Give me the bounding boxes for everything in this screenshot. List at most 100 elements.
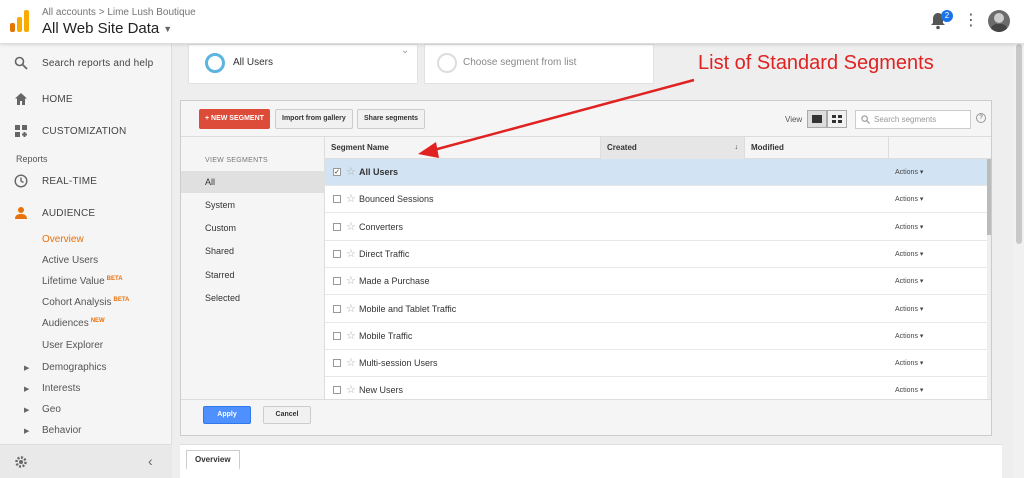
star-icon[interactable]: ☆ — [346, 165, 356, 179]
gear-icon[interactable] — [14, 455, 28, 469]
breadcrumb[interactable]: All accounts > Lime Lush Boutique — [42, 7, 196, 18]
star-icon[interactable]: ☆ — [346, 383, 356, 397]
page-scroll-thumb[interactable] — [1016, 44, 1022, 244]
new-segment-button[interactable]: + NEW SEGMENT — [199, 109, 270, 129]
sidebar-item-audiences[interactable]: Audiences NEW — [42, 318, 105, 329]
filter-custom[interactable]: Custom — [181, 217, 325, 239]
choose-segment-placeholder: Choose segment from list — [463, 57, 577, 68]
actions-dropdown[interactable]: Actions ▾ — [895, 296, 923, 323]
page-scrollbar[interactable] — [1014, 44, 1024, 478]
help-icon[interactable]: ? — [976, 113, 986, 123]
star-icon[interactable]: ☆ — [346, 220, 356, 234]
filter-shared[interactable]: Shared — [181, 240, 325, 262]
actions-dropdown[interactable]: Actions ▾ — [895, 159, 923, 186]
sidebar-item-audience[interactable]: AUDIENCE — [0, 204, 172, 222]
notification-badge: 2 — [941, 10, 953, 22]
grid-view-button[interactable] — [827, 110, 847, 128]
sidebar-item-user-explorer[interactable]: User Explorer — [42, 340, 103, 351]
row-checkbox[interactable] — [333, 331, 341, 340]
property-selector[interactable]: All Web Site Data ▼ — [42, 20, 172, 37]
sidebar-item-customization[interactable]: CUSTOMIZATION — [0, 122, 172, 140]
actions-dropdown[interactable]: Actions ▾ — [895, 268, 923, 295]
table-row[interactable]: ☆ Converters Actions ▾ — [325, 214, 987, 241]
collapse-sidebar-icon[interactable]: ‹ — [148, 453, 153, 469]
row-checkbox[interactable] — [333, 249, 341, 258]
sidebar-item-active-users[interactable]: Active Users — [42, 255, 98, 266]
sidebar-item-interests[interactable]: Interests — [42, 383, 80, 394]
table-row[interactable]: ☆ Mobile Traffic Actions ▾ — [325, 323, 987, 350]
row-checkbox[interactable]: ✓ — [333, 168, 341, 176]
actions-dropdown[interactable]: Actions ▾ — [895, 241, 923, 268]
clock-icon — [14, 174, 28, 188]
selected-segment-box[interactable]: All Users ⌄ — [188, 44, 418, 84]
table-scrollbar[interactable] — [987, 159, 991, 399]
table-row[interactable]: ☆ Multi-session Users Actions ▾ — [325, 350, 987, 378]
column-segment-name[interactable]: Segment Name — [325, 137, 601, 159]
analytics-logo-icon[interactable] — [10, 8, 30, 32]
sidebar-item-behavior[interactable]: Behavior — [42, 425, 81, 436]
actions-dropdown[interactable]: Actions ▾ — [895, 350, 923, 377]
filter-all[interactable]: All — [181, 171, 325, 193]
cancel-button[interactable]: Cancel — [263, 406, 311, 424]
sidebar-item-realtime[interactable]: REAL-TIME — [0, 172, 172, 190]
filter-system[interactable]: System — [181, 194, 325, 216]
star-icon[interactable]: ☆ — [346, 247, 356, 261]
star-icon[interactable]: ☆ — [346, 329, 356, 343]
star-icon[interactable]: ☆ — [346, 356, 356, 370]
search-segments-input[interactable]: Search segments — [855, 110, 971, 129]
more-vert-icon[interactable]: ⋮ — [963, 12, 979, 30]
share-segments-button[interactable]: Share segments — [357, 109, 426, 129]
row-checkbox[interactable] — [333, 386, 341, 395]
star-icon[interactable]: ☆ — [346, 274, 356, 288]
choose-segment-box[interactable]: Choose segment from list — [424, 44, 654, 84]
segment-name: Direct Traffic — [359, 248, 410, 259]
sidebar-footer: ‹ — [0, 444, 172, 478]
caret-down-icon: ▾ — [917, 250, 924, 258]
caret-down-icon: ▾ — [917, 223, 924, 231]
table-row[interactable]: ☆ Bounced Sessions Actions ▾ — [325, 186, 987, 214]
import-gallery-button[interactable]: Import from gallery — [275, 109, 353, 129]
expand-arrow-icon: ▶ — [24, 428, 30, 435]
sidebar-item-home[interactable]: HOME — [0, 90, 172, 108]
star-icon[interactable]: ☆ — [346, 192, 356, 206]
avatar[interactable] — [988, 10, 1010, 32]
sidebar-item-lifetime-value[interactable]: Lifetime Value BETA — [42, 276, 123, 287]
table-row[interactable]: ☆ Made a Purchase Actions ▾ — [325, 268, 987, 296]
row-checkbox[interactable] — [333, 304, 341, 313]
caret-down-icon: ▾ — [917, 169, 924, 176]
sidebar-item-overview[interactable]: Overview — [42, 234, 84, 245]
actions-dropdown[interactable]: Actions ▾ — [895, 214, 923, 241]
column-modified[interactable]: Modified — [745, 137, 889, 159]
tab-overview[interactable]: Overview — [186, 450, 240, 470]
sidebar-item-demographics[interactable]: Demographics — [42, 362, 106, 373]
caret-down-icon: ▾ — [917, 360, 924, 368]
view-segments-nav: VIEW SEGMENTS All System Custom Shared S… — [181, 137, 325, 399]
table-scroll-thumb[interactable] — [987, 159, 991, 235]
row-checkbox[interactable] — [333, 277, 341, 286]
star-icon[interactable]: ☆ — [346, 302, 356, 316]
column-created[interactable]: Created ↓ — [601, 137, 745, 159]
table-row[interactable]: ☆ New Users Actions ▾ — [325, 377, 987, 399]
row-checkbox[interactable] — [333, 222, 341, 231]
sidebar-search[interactable]: Search reports and help — [0, 54, 172, 72]
sidebar-item-cohort-analysis[interactable]: Cohort Analysis BETA — [42, 297, 129, 308]
row-checkbox[interactable] — [333, 359, 341, 368]
table-row[interactable]: ☆ Mobile and Tablet Traffic Actions ▾ — [325, 296, 987, 323]
actions-dropdown[interactable]: Actions ▾ — [895, 377, 923, 399]
filter-starred[interactable]: Starred — [181, 264, 325, 286]
view-segments-title: VIEW SEGMENTS — [205, 157, 269, 164]
actions-dropdown[interactable]: Actions ▾ — [895, 186, 923, 213]
table-row[interactable]: ✓ ☆ All Users Actions ▾ — [325, 159, 987, 186]
sidebar-item-geo[interactable]: Geo — [42, 404, 61, 415]
actions-label: Actions — [895, 169, 918, 176]
filter-selected[interactable]: Selected — [181, 287, 325, 309]
table-header: Segment Name Created ↓ Modified — [325, 137, 991, 159]
realtime-label: REAL-TIME — [42, 176, 98, 187]
list-view-button[interactable] — [807, 110, 827, 128]
table-row[interactable]: ☆ Direct Traffic Actions ▾ — [325, 241, 987, 268]
actions-dropdown[interactable]: Actions ▾ — [895, 323, 923, 350]
sidebar: Search reports and help HOME CUSTOMIZATI… — [0, 44, 172, 478]
row-checkbox[interactable] — [333, 195, 341, 204]
apply-button[interactable]: Apply — [203, 406, 251, 424]
chevron-down-icon[interactable]: ⌄ — [401, 45, 409, 56]
